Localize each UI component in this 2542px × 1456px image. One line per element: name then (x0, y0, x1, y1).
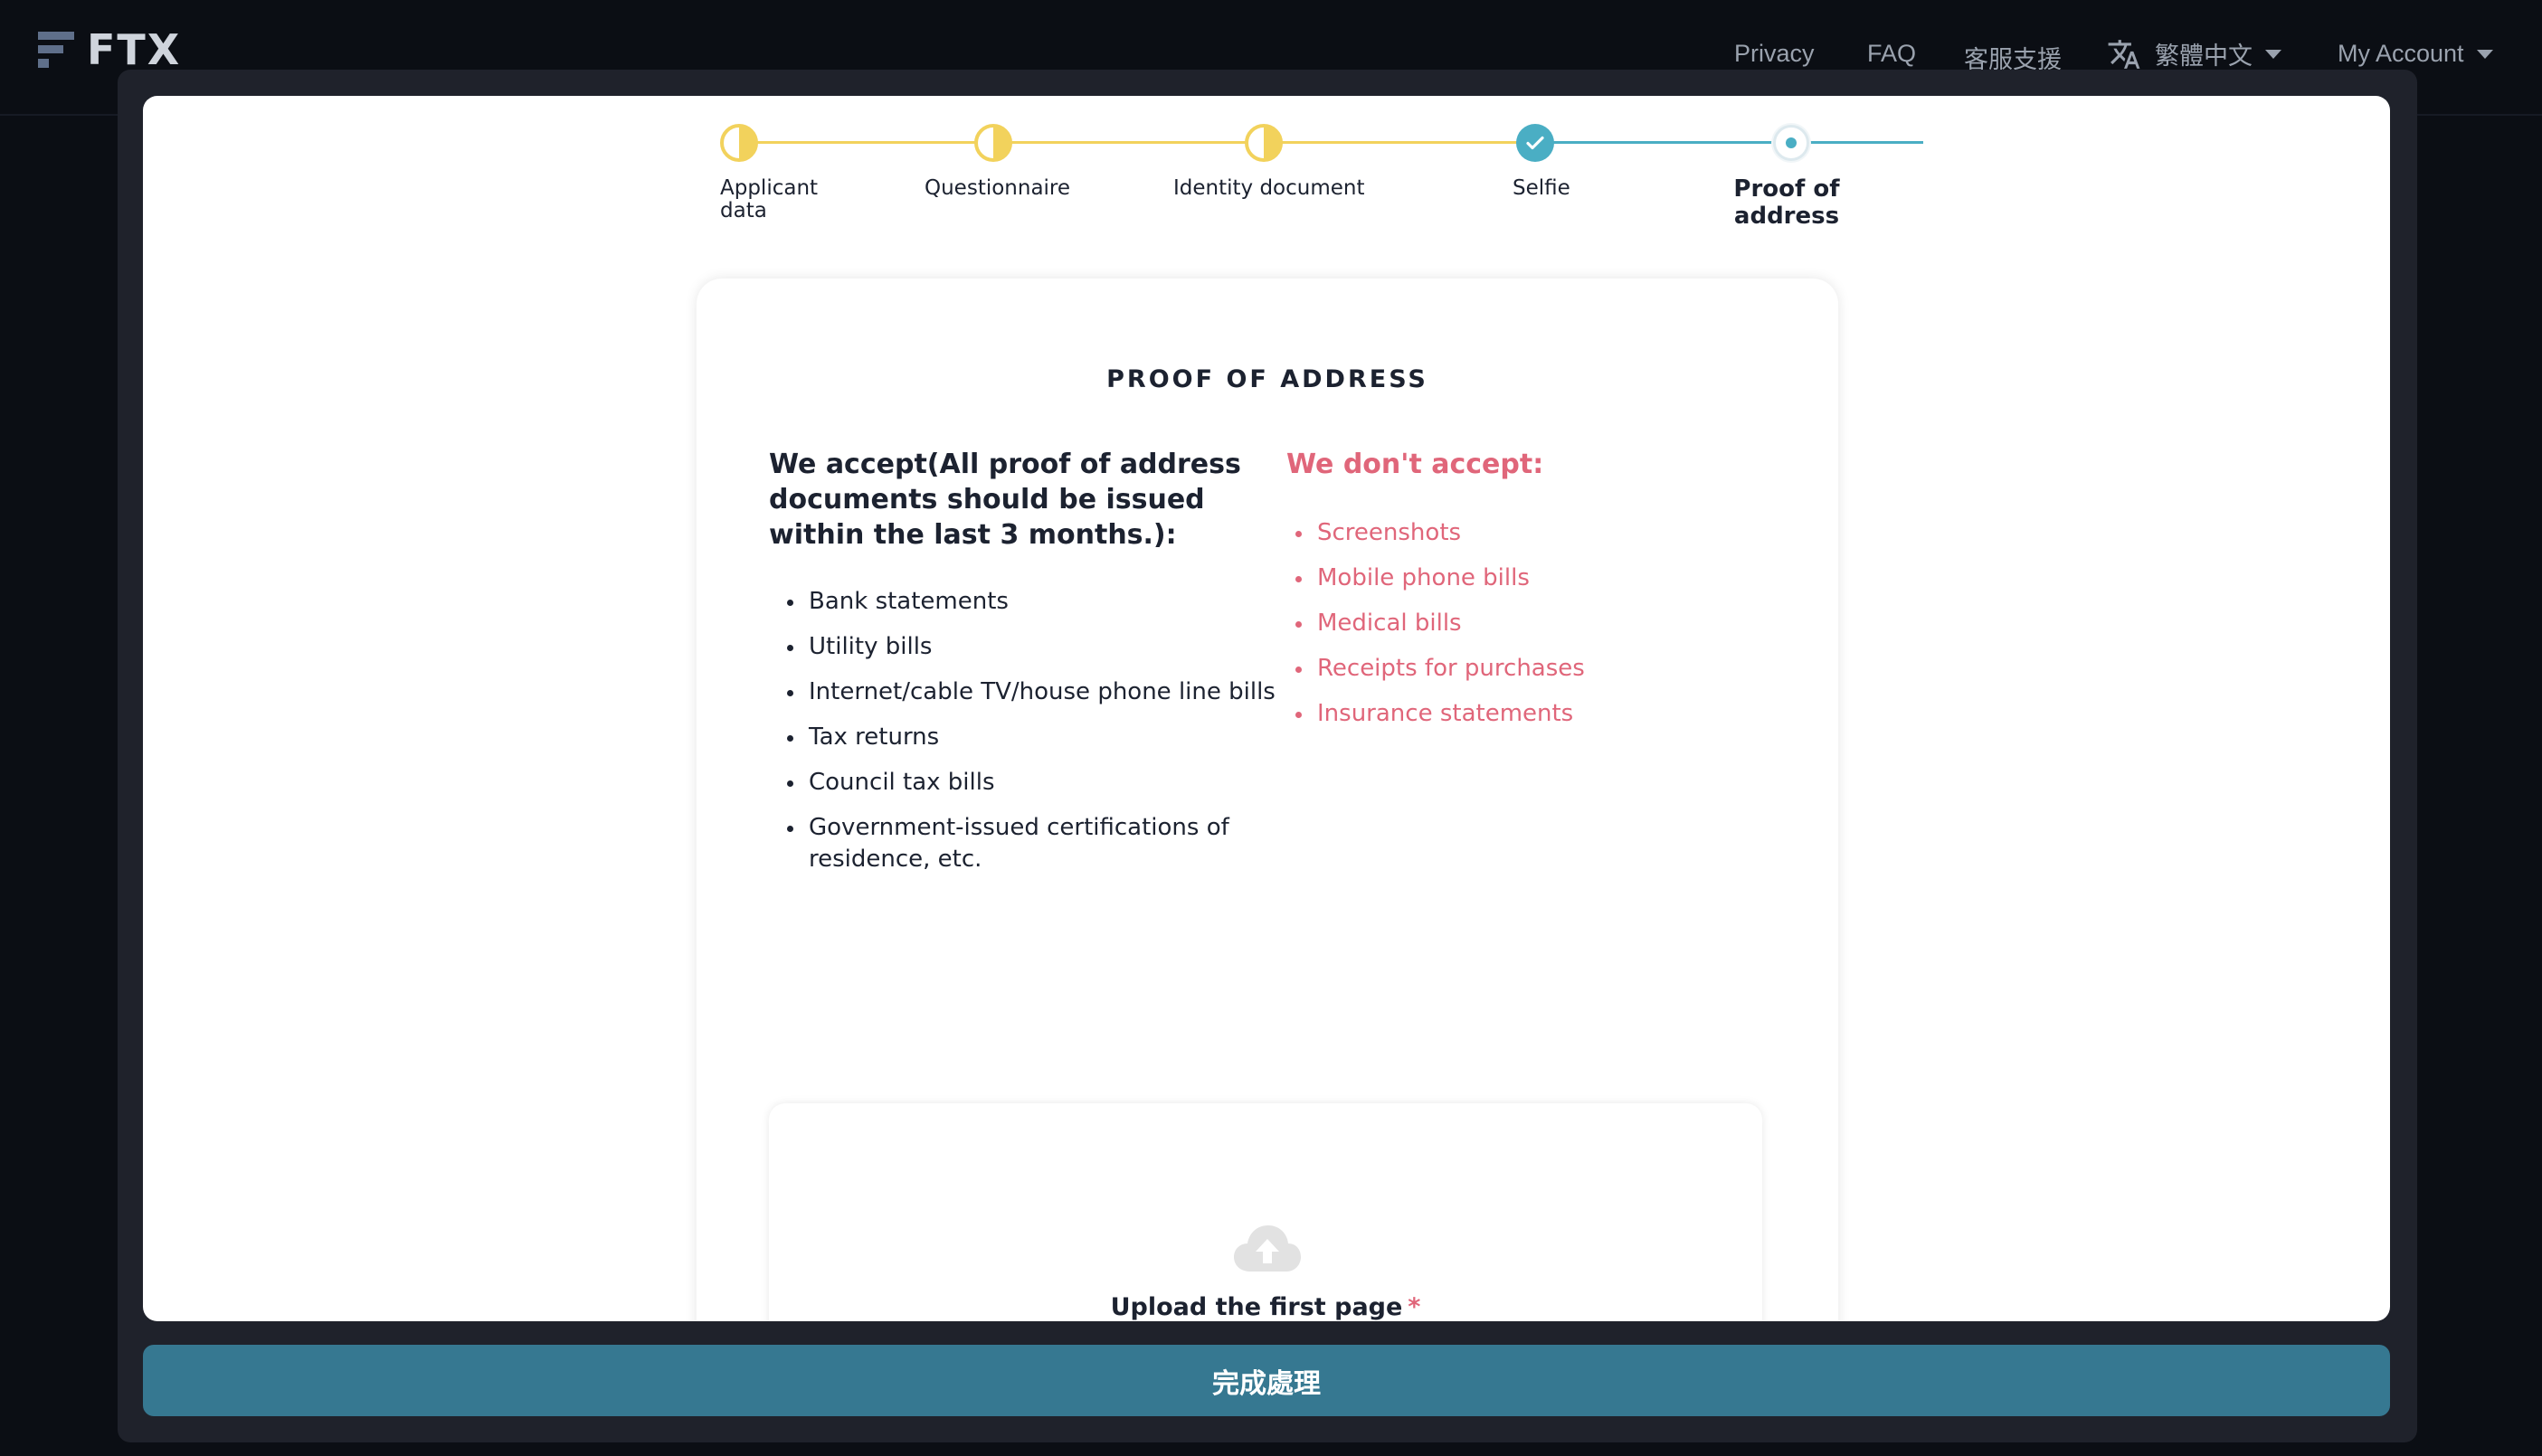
chevron-down-icon (2265, 49, 2281, 59)
upload-first-page-dropzone[interactable]: Upload the first page * (769, 1103, 1762, 1321)
accept-item: Bank statements (787, 586, 1315, 618)
translate-icon (2108, 39, 2140, 69)
chevron-down-icon (2476, 49, 2493, 59)
upload-label: Upload the first page * (769, 1293, 1762, 1321)
logo-text: FTX (87, 25, 182, 74)
accept-list: Bank statements Utility bills Internet/c… (787, 586, 1315, 889)
account-menu[interactable]: My Account (2338, 40, 2493, 68)
reject-item: Insurance statements (1295, 698, 1585, 730)
required-mark: * (1408, 1293, 1421, 1321)
reject-heading: We don't accept: (1286, 449, 1544, 480)
step-dot-selfie[interactable] (1516, 124, 1554, 162)
accept-item: Government-issued certifications of resi… (787, 812, 1315, 875)
reject-item: Screenshots (1295, 517, 1585, 549)
reject-item: Mobile phone bills (1295, 563, 1585, 594)
step-dot-proof-of-address[interactable] (1773, 125, 1809, 161)
step-label-selfie: Selfie (1513, 176, 1570, 200)
stepper-line-progress (1550, 141, 1923, 144)
ftx-logo[interactable]: FTX (38, 25, 182, 74)
reject-item: Receipts for purchases (1295, 653, 1585, 685)
verification-panel[interactable]: Applicant data Questionnaire Identity do… (143, 96, 2390, 1321)
cloud-upload-icon (1234, 1225, 1301, 1272)
upload-label-text: Upload the first page (1110, 1293, 1403, 1321)
step-label-applicant-data: Applicant data (720, 176, 819, 222)
step-label-identity-document: Identity document (1173, 176, 1365, 200)
reject-item: Medical bills (1295, 608, 1585, 639)
language-selector[interactable]: 繁體中文 (2106, 36, 2281, 71)
nav-link-faq[interactable]: FAQ (1867, 40, 1916, 68)
step-label-questionnaire: Questionnaire (925, 176, 1071, 200)
accept-item: Utility bills (787, 631, 1315, 663)
nav-link-privacy[interactable]: Privacy (1734, 40, 1815, 68)
finish-button[interactable]: 完成處理 (143, 1345, 2390, 1416)
step-dot-questionnaire[interactable] (974, 124, 1012, 162)
accept-heading: We accept(All proof of address documents… (769, 449, 1241, 551)
step-label-proof-of-address: Proof of address (1733, 175, 1840, 230)
accept-item: Internet/cable TV/house phone line bills (787, 676, 1315, 708)
account-label: My Account (2338, 40, 2464, 67)
current-step-indicator (1786, 137, 1797, 148)
accept-item: Council tax bills (787, 767, 1315, 799)
ftx-logo-mark-icon (38, 32, 74, 68)
reject-list: Screenshots Mobile phone bills Medical b… (1295, 517, 1585, 743)
accept-item: Tax returns (787, 722, 1315, 753)
language-label: 繁體中文 (2155, 43, 2253, 70)
step-dot-applicant-data[interactable] (720, 124, 758, 162)
stepper-line-completed (739, 141, 1550, 144)
proof-of-address-card: PROOF OF ADDRESS We accept(All proof of … (697, 279, 1838, 1321)
step-dot-identity-document[interactable] (1245, 124, 1283, 162)
checkmark-icon (1526, 136, 1544, 150)
card-title: PROOF OF ADDRESS (1106, 365, 1428, 393)
